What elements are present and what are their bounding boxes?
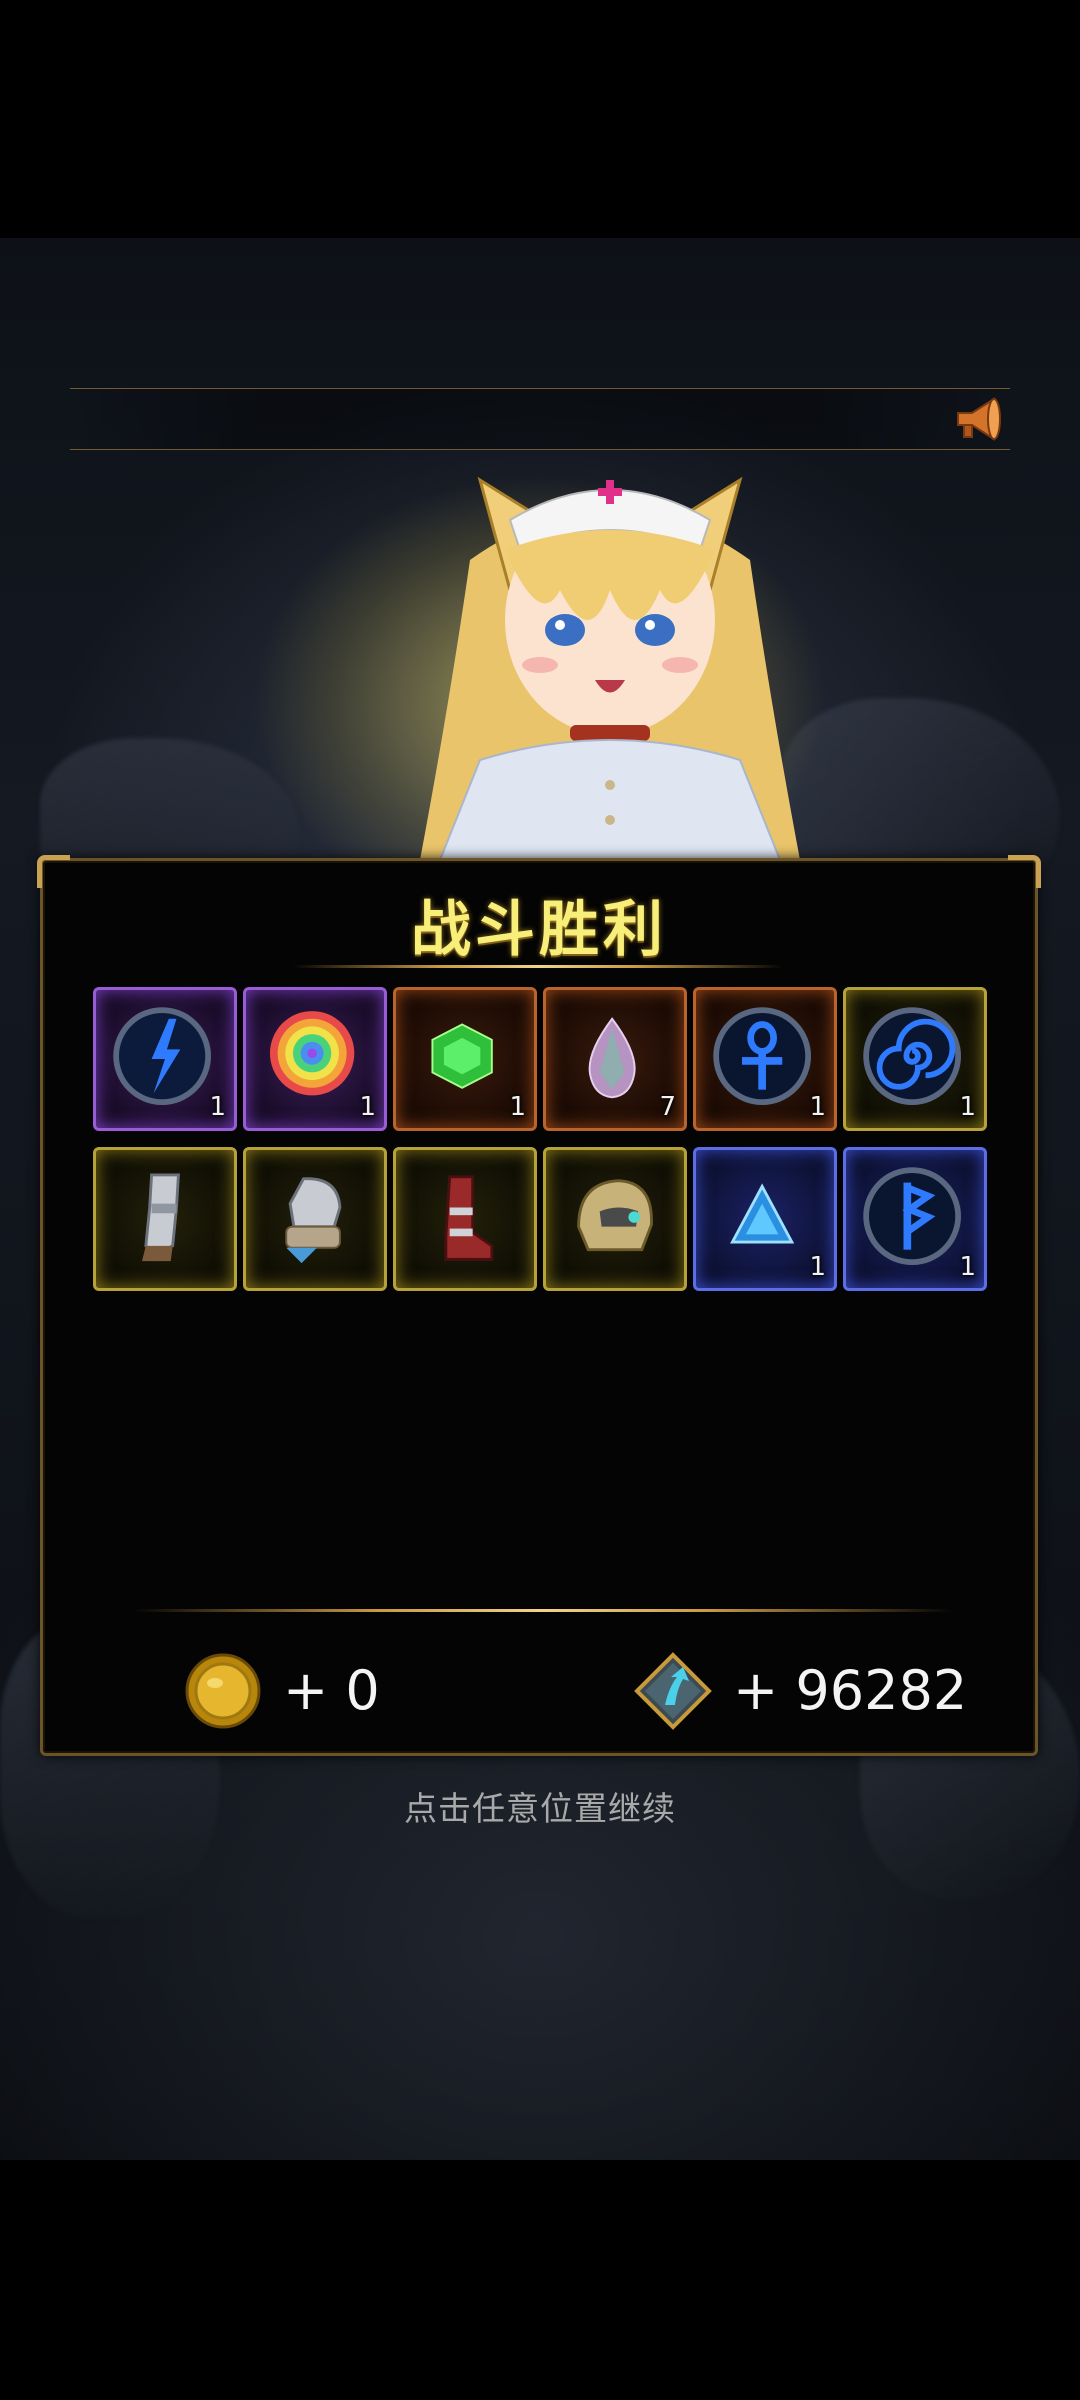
gold-reward: + 0	[183, 1651, 443, 1731]
reward-item-grid: 1 1 1 7 1 1 1 1	[93, 987, 993, 1291]
reward-item-slot[interactable]: 1	[693, 1147, 837, 1291]
victory-title: 战斗胜利	[411, 895, 667, 965]
reward-item-slot[interactable]: 1	[843, 987, 987, 1131]
red-boot-icon	[444, 1175, 494, 1261]
armored-leg-icon	[142, 1173, 180, 1262]
item-count: 1	[809, 1252, 826, 1282]
exp-reward: + 96282	[633, 1651, 1013, 1731]
battle-result-panel[interactable]: 战斗胜利 1 1 1 7 1 1 1 1 + 0 + 96282	[37, 855, 1041, 1756]
reward-item-slot[interactable]	[93, 1147, 237, 1291]
reward-item-slot[interactable]: 7	[543, 987, 687, 1131]
gold-coin-icon	[185, 1653, 261, 1729]
item-count: 1	[359, 1092, 376, 1122]
item-count: 1	[959, 1092, 976, 1122]
reward-item-slot[interactable]: 1	[243, 987, 387, 1131]
reward-item-slot[interactable]	[243, 1147, 387, 1291]
ornate-helmet-icon	[577, 1179, 653, 1252]
reward-item-slot[interactable]: 1	[393, 987, 537, 1131]
reward-item-slot[interactable]	[543, 1147, 687, 1291]
title-divider	[293, 965, 783, 968]
item-count: 1	[209, 1092, 226, 1122]
reward-item-slot[interactable]: 1	[93, 987, 237, 1131]
gold-reward-value: + 0	[283, 1659, 380, 1722]
reward-item-slot[interactable]: 1	[693, 987, 837, 1131]
tap-to-continue-hint[interactable]: 点击任意位置继续	[0, 1782, 1080, 1830]
armored-gauntlet-icon	[285, 1177, 342, 1264]
game-screen[interactable]: 战斗胜利 1 1 1 7 1 1 1 1 + 0 + 96282 点击任意位置继…	[0, 0, 1080, 2400]
exp-reward-value: + 96282	[733, 1659, 968, 1722]
reward-item-slot[interactable]: 1	[843, 1147, 987, 1291]
item-count: 1	[959, 1252, 976, 1282]
megaphone-icon[interactable]	[950, 391, 1010, 447]
rewards-divider	[133, 1609, 953, 1612]
exp-up-icon	[634, 1652, 712, 1730]
item-count: 1	[509, 1092, 526, 1122]
reward-item-slot[interactable]	[393, 1147, 537, 1291]
item-count: 7	[659, 1092, 676, 1122]
heroine-portrait	[420, 476, 800, 860]
item-count: 1	[809, 1092, 826, 1122]
